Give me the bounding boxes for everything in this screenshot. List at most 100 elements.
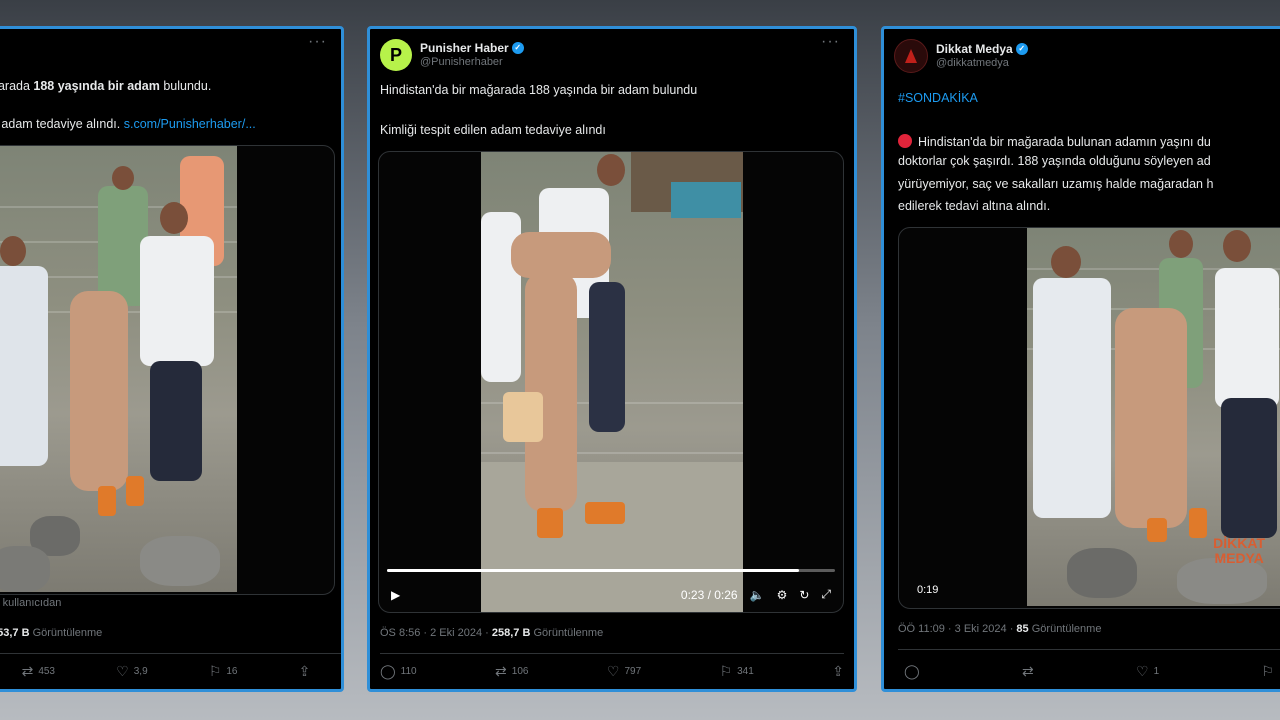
bookmark-button[interactable]: ⚐ 341 — [720, 663, 754, 680]
share-icon: ⇪ — [832, 663, 844, 679]
video-player[interactable]: ▶ 0:23 / 0:26 🔈 ⚙ ↻ ⤢ — [378, 151, 844, 613]
views-label: Görüntülenme — [32, 627, 103, 639]
retweet-count: 453 — [38, 666, 55, 677]
tweet-link[interactable]: s.com/Punisherhaber/... — [124, 117, 256, 131]
tweet-text-line2: Kimliği tespit edilen adam tedaviye alın… — [380, 123, 606, 137]
tweet-text-part: Hindistan'da bir mağarada bulunan adamın… — [918, 135, 1211, 149]
fullscreen-icon[interactable]: ⤢ — [821, 587, 831, 602]
bookmark-button[interactable]: ⚐ — [1261, 663, 1274, 680]
tweet-card-2: ··· P Punisher Haber ✓ @Punisherhaber Hin… — [367, 26, 857, 692]
volume-icon[interactable]: 🔈 — [750, 588, 765, 602]
bookmark-button[interactable]: ⚐ 16 — [209, 663, 238, 680]
bookmark-icon: ⚐ — [719, 663, 733, 679]
divider — [0, 653, 341, 654]
divider — [898, 649, 1280, 650]
tweet-text-part: ğarada — [0, 79, 30, 93]
display-name[interactable]: Punisher Haber ✓ — [420, 41, 524, 55]
retweet-button[interactable]: ⇄ 453 — [22, 663, 55, 680]
view-count: 953,7 B Görüntülenme — [0, 627, 102, 639]
replay-icon[interactable]: ↻ — [799, 588, 809, 602]
like-count: 1 — [1153, 666, 1160, 677]
action-bar: ◯ 110 ⇄ 106 ♡ 797 ⚐ 341 ⇪ — [380, 663, 844, 680]
watermark-line2: MEDYA — [1214, 550, 1264, 566]
display-name-text: Punisher Haber — [420, 41, 509, 56]
video-time: 0:19 — [917, 584, 939, 596]
video-controls: ▶ 0:23 / 0:26 🔈 ⚙ ↻ ⤢ — [391, 587, 831, 602]
verified-badge-icon: ✓ — [511, 42, 524, 55]
divider — [380, 653, 844, 654]
video-frame: DİKKAT MEDYA — [1027, 228, 1280, 606]
reply-button[interactable]: ◯ — [904, 663, 920, 680]
red-circle-icon — [898, 134, 912, 148]
more-options-icon[interactable]: ··· — [308, 33, 327, 51]
more-options-icon[interactable]: ··· — [821, 33, 840, 51]
action-bar: ⇄ 453 ♡ 3,9 ⚐ 16 ⇪ — [0, 663, 341, 680]
hashtag[interactable]: #SONDAKİKA — [898, 89, 978, 108]
timestamp-views: ÖÖ 11:09 · 3 Eki 2024 · 85 Görüntülenme — [898, 623, 1101, 635]
watermark-line1: DİKKAT — [1213, 535, 1265, 551]
like-count: 3,9 — [133, 666, 148, 677]
settings-icon[interactable]: ⚙ — [777, 588, 788, 602]
views-label: Görüntülenme — [1031, 623, 1102, 635]
tweet-text-line2: doktorlar çok şaşırdı. 188 yaşında olduğ… — [898, 154, 1211, 168]
share-button[interactable]: ⇪ — [832, 663, 844, 680]
retweet-icon: ⇄ — [495, 663, 507, 679]
display-name-text: Dikkat Medya — [936, 42, 1013, 57]
retweet-button[interactable]: ⇄ — [1022, 663, 1034, 680]
share-icon: ⇪ — [298, 663, 311, 679]
heart-icon: ♡ — [116, 663, 129, 679]
tweet-text-part: bulundu. — [159, 79, 212, 93]
heart-icon: ♡ — [1136, 663, 1149, 679]
heart-icon: ♡ — [606, 663, 620, 679]
views-number: 258,7 B — [491, 627, 531, 639]
retweet-icon: ⇄ — [1021, 663, 1034, 679]
timestamp[interactable]: ÖÖ 11:09 · 3 Eki 2024 · — [898, 623, 1016, 635]
tweet-text-part: n adam tedaviye alındı. — [0, 117, 124, 131]
reply-icon: ◯ — [380, 663, 396, 679]
tweet-text-bold: 188 yaşında bir adam — [33, 79, 160, 93]
user-handle[interactable]: @Punisherhaber — [420, 56, 524, 69]
tweet-header: Dikkat Medya ✓ @dikkatmedya — [894, 39, 1028, 73]
tweet-card-1: ··· ğarada 188 yaşında bir adam bulundu.… — [0, 26, 344, 692]
reply-icon: ◯ — [904, 663, 920, 679]
tweet-text: ğarada 188 yaşında bir adam bulundu. — [0, 77, 211, 96]
video-frame — [481, 152, 743, 612]
action-bar: ◯ ⇄ ♡ 1 ⚐ — [904, 663, 1274, 680]
retweet-icon: ⇄ — [21, 663, 34, 679]
tweet-text-line3: yürüyemiyor, saç ve sakalları uzamış hal… — [898, 177, 1214, 191]
play-icon[interactable]: ▶ — [391, 588, 400, 602]
reply-button[interactable]: ◯ 110 — [380, 663, 417, 680]
video-progress-bar[interactable] — [387, 569, 835, 572]
source-note: di kullanıcıdan — [0, 597, 62, 609]
tweet-text-line2: n adam tedaviye alındı. s.com/Punisherha… — [0, 115, 256, 134]
avatar[interactable] — [894, 39, 928, 73]
like-button[interactable]: ♡ 3,9 — [116, 663, 147, 680]
tweet-text-line4: edilerek tedavi altına alındı. — [898, 199, 1051, 213]
retweet-button[interactable]: ⇄ 106 — [495, 663, 528, 680]
video-progress-fill — [387, 569, 800, 572]
reply-count: 110 — [400, 666, 417, 677]
like-count: 797 — [624, 666, 642, 677]
bookmark-icon: ⚐ — [208, 663, 222, 679]
display-name[interactable]: Dikkat Medya ✓ — [936, 42, 1028, 56]
verified-badge-icon: ✓ — [1015, 43, 1028, 56]
views-number: 953,7 B — [0, 627, 30, 639]
tweet-text-line1: Hindistan'da bir mağarada 188 yaşında bi… — [380, 83, 698, 97]
watermark: DİKKAT MEDYA — [1213, 536, 1265, 566]
tweet-header: P Punisher Haber ✓ @Punisherhaber — [380, 39, 524, 71]
avatar[interactable]: P — [380, 39, 412, 71]
user-handle[interactable]: @dikkatmedya — [936, 57, 1028, 70]
photo — [0, 146, 237, 592]
like-button[interactable]: ♡ 797 — [607, 663, 641, 680]
timestamp[interactable]: ÖS 8:56 · 2 Eki 2024 · — [380, 627, 492, 639]
bookmark-icon: ⚐ — [1261, 663, 1274, 679]
like-button[interactable]: ♡ 1 — [1136, 663, 1159, 680]
bookmark-count: 16 — [226, 666, 238, 677]
views-label: Görüntülenme — [533, 627, 604, 639]
tweet-text-line1: Hindistan'da bir mağarada bulunan adamın… — [898, 133, 1211, 152]
video-time: 0:23 / 0:26 — [680, 587, 738, 602]
tweet-media[interactable] — [0, 145, 335, 595]
share-button[interactable]: ⇪ — [299, 663, 311, 680]
timestamp-views: ÖS 8:56 · 2 Eki 2024 · 258,7 B Görüntüle… — [380, 627, 603, 639]
video-player[interactable]: DİKKAT MEDYA 0:19 — [898, 227, 1280, 609]
